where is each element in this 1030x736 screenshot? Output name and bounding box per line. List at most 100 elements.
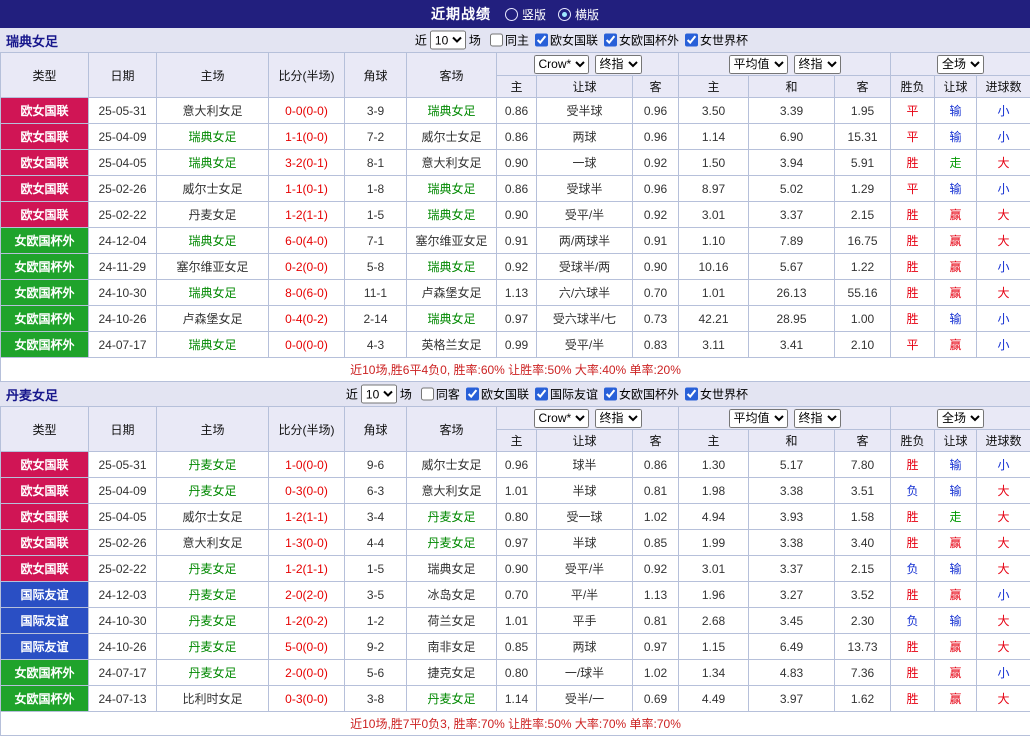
corner-score: 4-4: [345, 530, 407, 556]
match-score: 1-2(1-1): [269, 556, 345, 582]
handicap-odds-home: 0.97: [497, 306, 537, 332]
handicap-odds-away: 0.97: [633, 634, 679, 660]
home-team: 瑞典女足: [157, 124, 269, 150]
home-team: 丹麦女足: [157, 634, 269, 660]
handicap-odds-home: 1.13: [497, 280, 537, 306]
handicap-line: 平手: [537, 608, 633, 634]
result-goals: 大: [977, 150, 1030, 176]
checkbox-input[interactable]: [685, 388, 698, 401]
handicap-line: 六/六球半: [537, 280, 633, 306]
section-denmark: 丹麦女足 近 10 场 同客欧女国联国际友谊女欧国杯外女世界杯 类型 日期 主场…: [0, 382, 1030, 736]
result-goals: 大: [977, 634, 1030, 660]
checkbox-input[interactable]: [604, 388, 617, 401]
filter-checkbox[interactable]: 欧女国联: [535, 32, 598, 49]
section-sweden: 瑞典女足 近 10 场 同主欧女国联女欧国杯外女世界杯 类型 日期 主场 比分(…: [0, 28, 1030, 382]
corner-score: 2-14: [345, 306, 407, 332]
match-date: 24-12-04: [89, 228, 157, 254]
home-team: 威尔士女足: [157, 504, 269, 530]
filter-checkbox[interactable]: 欧女国联: [466, 386, 529, 403]
result-goals: 小: [977, 176, 1030, 202]
checkbox-input[interactable]: [604, 34, 617, 47]
handicap-line: 两球: [537, 634, 633, 660]
avg-select[interactable]: 平均值: [729, 55, 788, 74]
col-avg-away: 客: [835, 76, 891, 98]
avg-select[interactable]: 平均值: [729, 409, 788, 428]
odds-time-select[interactable]: 终指: [595, 409, 642, 428]
col-odds-away: 客: [633, 76, 679, 98]
checkbox-input[interactable]: [490, 34, 503, 47]
col-avg-away: 客: [835, 430, 891, 452]
avg-odds-away: 2.15: [835, 556, 891, 582]
avg-odds-draw: 3.39: [749, 98, 835, 124]
away-team: 威尔士女足: [407, 452, 497, 478]
result-win-draw-loss: 胜: [891, 202, 935, 228]
avg-odds-away: 7.36: [835, 660, 891, 686]
match-date: 25-05-31: [89, 452, 157, 478]
avg-odds-group: 平均值 终指: [679, 53, 891, 76]
layout-radio-horizontal[interactable]: 横版: [558, 6, 599, 23]
handicap-line: 一球: [537, 150, 633, 176]
handicap-odds-home: 0.80: [497, 660, 537, 686]
filter-checkbox-label: 欧女国联: [550, 32, 598, 49]
checkbox-input[interactable]: [535, 388, 548, 401]
filter-checkbox[interactable]: 女欧国杯外: [604, 32, 679, 49]
avg-odds-draw: 3.27: [749, 582, 835, 608]
layout-radio-vertical[interactable]: 竖版: [505, 6, 546, 23]
handicap-odds-home: 0.92: [497, 254, 537, 280]
result-win-draw-loss: 胜: [891, 660, 935, 686]
result-win-draw-loss: 胜: [891, 504, 935, 530]
result-goals: 大: [977, 478, 1030, 504]
filter-checkbox[interactable]: 女世界杯: [685, 386, 748, 403]
match-date: 25-04-09: [89, 124, 157, 150]
col-odds-home: 主: [497, 430, 537, 452]
avg-odds-home: 3.01: [679, 556, 749, 582]
corner-score: 1-8: [345, 176, 407, 202]
match-date: 25-04-05: [89, 504, 157, 530]
avg-odds-away: 13.73: [835, 634, 891, 660]
odds-time-select[interactable]: 终指: [595, 55, 642, 74]
match-type-badge: 女欧国杯外: [1, 686, 89, 712]
filter-controls: 近 10 场 同主欧女国联女欧国杯外女世界杯: [415, 31, 748, 50]
scope-select[interactable]: 全场: [937, 55, 984, 74]
result-handicap: 赢: [935, 686, 977, 712]
near-count-select[interactable]: 10: [361, 385, 397, 404]
checkbox-input[interactable]: [421, 388, 434, 401]
filter-checkbox-label: 欧女国联: [481, 386, 529, 403]
avg-odds-home: 1.10: [679, 228, 749, 254]
away-team: 南非女足: [407, 634, 497, 660]
match-type-badge: 国际友谊: [1, 582, 89, 608]
filter-checkbox[interactable]: 国际友谊: [535, 386, 598, 403]
result-win-draw-loss: 平: [891, 332, 935, 358]
match-type-badge: 国际友谊: [1, 634, 89, 660]
result-goals: 大: [977, 228, 1030, 254]
avg-time-select[interactable]: 终指: [794, 55, 841, 74]
match-score: 1-0(0-0): [269, 452, 345, 478]
result-goals: 小: [977, 452, 1030, 478]
home-team: 丹麦女足: [157, 202, 269, 228]
filter-checkbox[interactable]: 女世界杯: [685, 32, 748, 49]
col-type: 类型: [1, 53, 89, 98]
avg-odds-away: 1.00: [835, 306, 891, 332]
checkbox-input[interactable]: [535, 34, 548, 47]
odds-source-select[interactable]: Crow*: [534, 409, 589, 428]
checkbox-input[interactable]: [466, 388, 479, 401]
filter-checkbox[interactable]: 同客: [421, 386, 460, 403]
avg-odds-home: 2.68: [679, 608, 749, 634]
home-team: 意大利女足: [157, 98, 269, 124]
handicap-line: 受平/半: [537, 556, 633, 582]
match-row: 欧女国联25-04-05瑞典女足3-2(0-1)8-1意大利女足0.90一球0.…: [1, 150, 1030, 176]
checkbox-input[interactable]: [685, 34, 698, 47]
filter-checkbox[interactable]: 同主: [490, 32, 529, 49]
result-win-draw-loss: 胜: [891, 228, 935, 254]
avg-time-select[interactable]: 终指: [794, 409, 841, 428]
handicap-odds-group: Crow* 终指: [497, 407, 679, 430]
result-handicap: 赢: [935, 280, 977, 306]
match-score: 2-0(0-0): [269, 660, 345, 686]
match-score: 1-2(1-1): [269, 504, 345, 530]
scope-select[interactable]: 全场: [937, 409, 984, 428]
filter-checkbox[interactable]: 女欧国杯外: [604, 386, 679, 403]
odds-source-select[interactable]: Crow*: [534, 55, 589, 74]
match-score: 8-0(6-0): [269, 280, 345, 306]
corner-score: 1-2: [345, 608, 407, 634]
near-count-select[interactable]: 10: [430, 31, 466, 50]
